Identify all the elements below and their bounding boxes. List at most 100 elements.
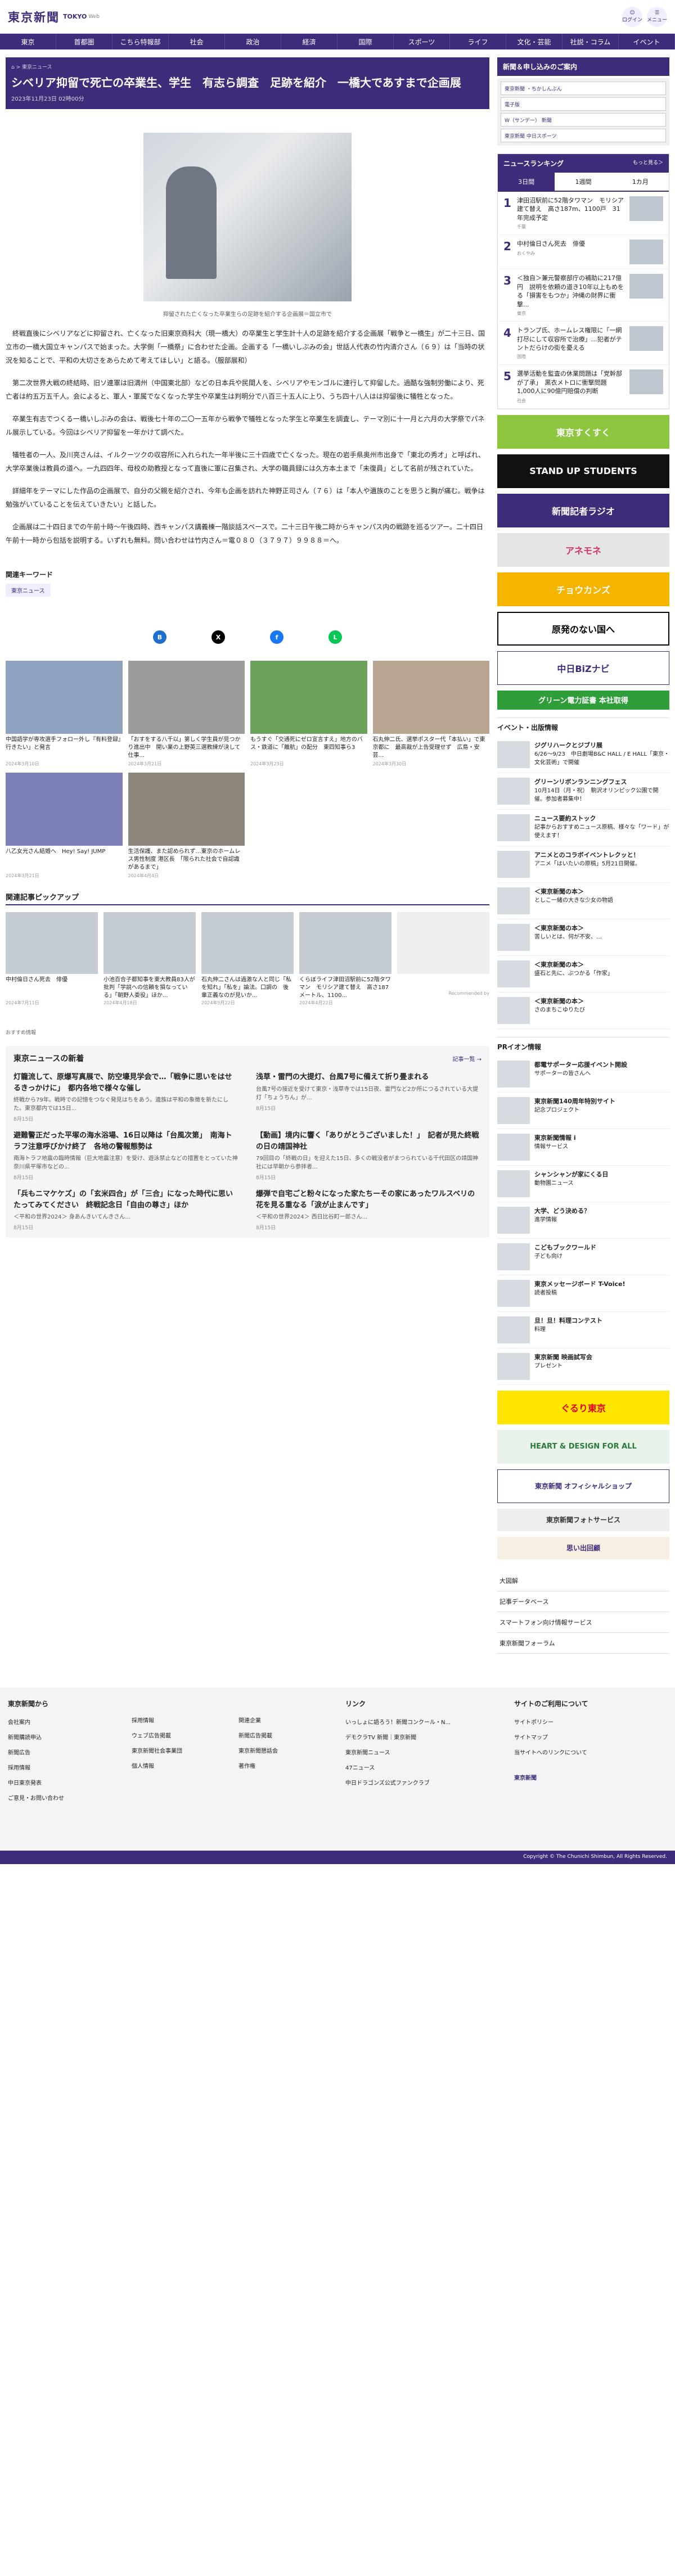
banner[interactable]: グリーン電力証書 本社取得 <box>497 690 669 710</box>
tab-1week[interactable]: 1週間 <box>555 173 611 191</box>
related-card[interactable]: 八乙女光さん結婚へ Hey! Say! JUMP 2024年3月21日 <box>6 773 123 879</box>
x-share-icon[interactable]: X <box>212 630 225 644</box>
pr-item[interactable]: 東京新聞140周年特別サイト 記念プロジェクト <box>497 1093 669 1129</box>
news-more-link[interactable]: 記事一覧 → <box>452 1054 482 1063</box>
related-card[interactable]: 石丸伸二氏、選挙ポスター代「本払い」で東京都に 最高裁が上告受理せず 広島・安芸… <box>372 661 489 767</box>
event-item[interactable]: ＜東京新聞の本＞ さのまちこゆりたび <box>497 992 669 1029</box>
nav-item[interactable]: 政治 <box>225 34 281 49</box>
banner[interactable]: STAND UP STUDENTS <box>497 454 669 488</box>
event-item[interactable]: ＜東京新聞の本＞ 盛石と先に、ぶつかる「作家」 <box>497 956 669 992</box>
footer-link[interactable]: サイトマップ <box>514 1733 638 1741</box>
footer-link[interactable]: 中日ドラゴンズ公式ファンクラブ <box>345 1778 492 1786</box>
footer-link[interactable]: 採用情報 <box>132 1716 216 1724</box>
footer-link[interactable]: 新聞購読申込 <box>8 1733 109 1741</box>
banner[interactable]: HEART & DESIGN FOR ALL <box>497 1429 669 1464</box>
menu-button[interactable]: ☰ メニュー <box>647 6 667 27</box>
pr-item[interactable]: 旦！旦！料理コンテスト 料理 <box>497 1312 669 1348</box>
banner[interactable]: 東京すくすく <box>497 414 669 449</box>
bluesky-share-icon[interactable]: B <box>153 630 166 644</box>
banner[interactable]: 新聞記者ラジオ <box>497 493 669 527</box>
side-link[interactable]: 大図解 <box>497 1571 669 1591</box>
side-link[interactable]: スマートフォン向け情報サービス <box>497 1612 669 1633</box>
banner[interactable]: 思い出回顧 <box>497 1536 669 1559</box>
pickup-card[interactable]: 小池百合子都知事を東大教員83人が批判「学説への信頼を損なっている」「朝野人委役… <box>104 912 196 1006</box>
event-item[interactable]: アニメとのコラボイベントレクッと！ アニメ「はいたいの原稿」5月21日開催。 <box>497 846 669 883</box>
nav-item[interactable]: 経済 <box>281 34 338 49</box>
news-item[interactable]: 【動画】境内に響く「ありがとうございました！」 記者が見た終戦の日の靖国神社 79… <box>256 1130 482 1181</box>
banner[interactable]: 中日BiZナビ <box>497 651 669 685</box>
pr-item[interactable]: こどもブックワールド 子ども向け <box>497 1239 669 1275</box>
side-link[interactable]: 記事データベース <box>497 1591 669 1612</box>
nav-item[interactable]: 文化・芸能 <box>506 34 562 49</box>
breadcrumb[interactable]: ⌂ > 東京ニュース <box>11 63 484 70</box>
footer-link[interactable]: 採用情報 <box>8 1763 109 1771</box>
pr-item[interactable]: 都電サポーター応援イベント開設 サポーターの皆さんへ <box>497 1056 669 1093</box>
pr-item[interactable]: 東京新聞 映画試写会 プレゼント <box>497 1348 669 1385</box>
footer-link[interactable]: 新聞広告 <box>8 1748 109 1756</box>
banner[interactable]: 東京新聞 オフィシャルショップ <box>497 1469 669 1503</box>
footer-logo[interactable]: 東京新聞 <box>514 1773 638 1781</box>
nav-item[interactable]: 国際 <box>338 34 394 49</box>
footer-link[interactable]: 東京新聞懇話会 <box>238 1746 323 1754</box>
news-item[interactable]: 「兵もニマケケズ」の「玄米四合」が「三合」になった時代に思いたってみてください … <box>14 1189 239 1231</box>
footer-link[interactable]: いっしょに語ろう！新聞コンクール・N... <box>345 1717 492 1726</box>
nav-item[interactable]: こちら特報部 <box>112 34 169 49</box>
footer-link[interactable]: ウェブ広告掲載 <box>132 1731 216 1739</box>
footer-link[interactable]: 関連企業 <box>238 1716 323 1724</box>
event-item[interactable]: ニュース要約ストック 記事からおすすめニュース原稿、様々な「ワード」が使えます！ <box>497 810 669 846</box>
site-logo[interactable]: 東京新聞 <box>8 8 60 25</box>
pickup-card[interactable]: くらぼライフ津田沼駅前に52階タワマン モリシア建て替え 高さ187メートル、1… <box>299 912 392 1006</box>
footer-link[interactable]: 著作権 <box>238 1761 323 1770</box>
related-card[interactable]: 中国語学が専攻選手フォロー外し『有料登録』行きたい」と発言 2024年3月10日 <box>6 661 123 767</box>
banner[interactable]: 東京新聞フォトサービス <box>497 1508 669 1531</box>
banner[interactable]: チョウカンズ <box>497 572 669 606</box>
footer-link[interactable]: 東京新聞ニュース <box>345 1748 492 1756</box>
tab-1month[interactable]: 1カ月 <box>612 173 669 191</box>
related-card[interactable]: 「おすをする八千以」第しく学生員が見つかり進出中 開い業の上野英三選教練が決して… <box>128 661 245 767</box>
login-button[interactable]: ☺ ログイン <box>622 6 642 27</box>
footer-link[interactable]: ご意見・お問い合わせ <box>8 1793 109 1802</box>
footer-link[interactable]: 東京新聞社会事業団 <box>132 1746 216 1754</box>
news-item[interactable]: 浅草・雷門の大提灯、台風7号に備えて折り畳まれる 台風7号の接近を受けて東京・浅草… <box>256 1072 482 1122</box>
related-card[interactable]: もうすぐ「交通死にゼロ宣言すえ」地方のバス・鉄道に「離航」の配分 東四知事ら3 2… <box>250 661 367 767</box>
pickup-card[interactable]: Recommended by <box>397 912 489 1006</box>
event-item[interactable]: グリーンリボンランニングフェス 10月14日（月・祝） 駒沢オリンピック公園で開催… <box>497 773 669 810</box>
footer-link[interactable]: デモクラTV 新聞｜東京新聞 <box>345 1733 492 1741</box>
article-photo[interactable] <box>143 133 352 301</box>
keyword-tag[interactable]: 東京ニュース <box>6 584 51 597</box>
footer-link[interactable]: 中日東京発表 <box>8 1778 109 1786</box>
nav-item[interactable]: 社会 <box>169 34 225 49</box>
news-item[interactable]: 爆弾で自宅ごと粉々になった家たちーその家にあったワルスベリの花を見る重なる「涙が… <box>256 1189 482 1231</box>
tab-3days[interactable]: 3日間 <box>498 173 555 191</box>
nav-item[interactable]: ライフ <box>450 34 506 49</box>
footer-link[interactable]: 個人情報 <box>132 1761 216 1770</box>
line-share-icon[interactable]: L <box>328 630 342 644</box>
banner[interactable]: ぐるり東京 <box>497 1390 669 1424</box>
footer-link[interactable]: 新聞広告掲載 <box>238 1731 323 1739</box>
nav-item[interactable]: イベント <box>619 34 675 49</box>
event-item[interactable]: ＜東京新聞の本＞ としこ一緒の大きな少女の物語 <box>497 883 669 919</box>
footer-link[interactable]: 会社案内 <box>8 1717 109 1726</box>
related-card[interactable]: 生活保護、また認められず…東京のホームレス男性制度 港区長 「限られた社会で自認… <box>128 773 245 879</box>
side-link[interactable]: 東京新聞フォーラム <box>497 1633 669 1654</box>
footer-link[interactable]: 当サイトへのリンクについて <box>514 1748 638 1756</box>
pr-item[interactable]: 東京新聞情報 i 情報サービス <box>497 1129 669 1166</box>
news-item[interactable]: 灯籠流して、原爆写真展で、防空壕見学会で…「戦争に思いをはせるきっかけに」 都内… <box>14 1072 239 1122</box>
banner[interactable]: アネモネ <box>497 533 669 567</box>
ranking-more-link[interactable]: もっと見る＞ <box>633 159 663 168</box>
ranking-item[interactable]: 1 津田沼駅前に52階タワマン モリシア建て替え 高さ187m、1100戸 31年… <box>498 192 669 236</box>
footer-link[interactable]: 47ニュース <box>345 1763 492 1771</box>
pickup-card[interactable]: 石丸伸二さんは過激な人と同じ「私を知れ」「私を」論法。口調の 後輩正義なのが見い… <box>201 912 294 1006</box>
facebook-share-icon[interactable]: f <box>270 630 284 644</box>
nav-item[interactable]: スポーツ <box>394 34 450 49</box>
event-item[interactable]: ジグリハークとジブリ展 6/26〜9/23 中日劇場B&C HALL / E HA… <box>497 737 669 773</box>
pr-item[interactable]: 大学、どう決める？ 進学情報 <box>497 1202 669 1239</box>
ranking-item[interactable]: 4 トランプ氏、ホームレス権限に「一網打尽にして収容所で治療」…犯者がテントだらけ… <box>498 322 669 366</box>
pr-item[interactable]: シャンシャンが家にくる日 動物園ニュース <box>497 1166 669 1202</box>
nav-item[interactable]: 東京 <box>0 34 56 49</box>
nav-item[interactable]: 社説・コラム <box>562 34 619 49</box>
banner[interactable]: 原発のない国へ <box>497 611 669 646</box>
pr-item[interactable]: 東京メッセージボード T-Voice! 読者投稿 <box>497 1275 669 1312</box>
subscribe-ad[interactable]: 東京新聞 ・ちかしんぶん 電子版 W（サンデー） 新聞 東京新聞 中日スポーツ <box>497 78 669 146</box>
event-item[interactable]: ＜東京新聞の本＞ 苦しいとは、何が不安、… <box>497 919 669 956</box>
